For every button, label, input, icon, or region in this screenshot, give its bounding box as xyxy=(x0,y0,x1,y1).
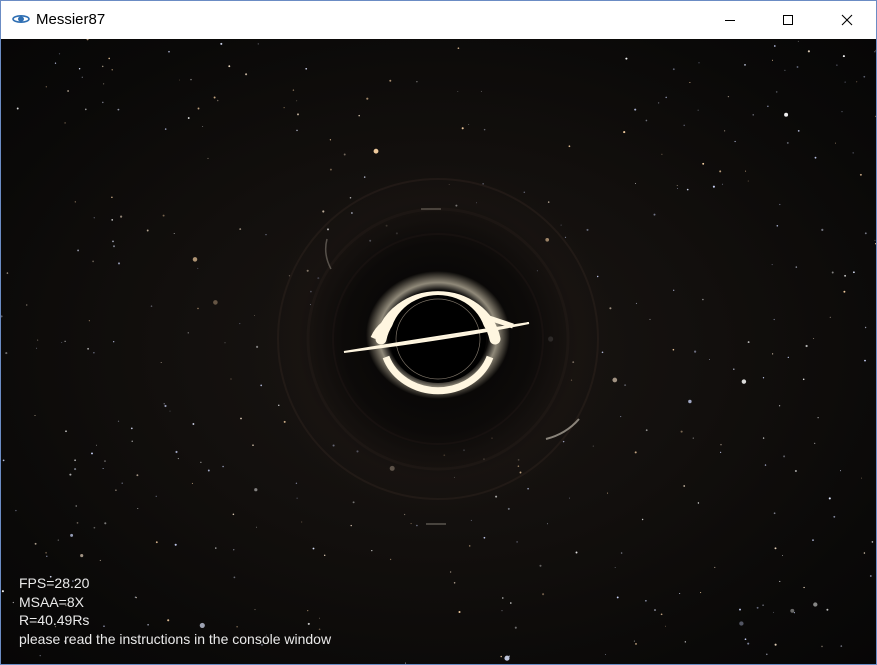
galaxy-icon xyxy=(12,14,30,24)
hud-overlay: FPS=28.20 MSAA=8X R=40.49Rs please read … xyxy=(19,574,331,648)
render-viewport[interactable]: FPS=28.20 MSAA=8X R=40.49Rs please read … xyxy=(1,39,876,664)
window-title: Messier87 xyxy=(36,11,106,28)
title-bar[interactable]: Messier87 xyxy=(1,1,876,39)
msaa-readout: MSAA=8X xyxy=(19,593,84,610)
fps-readout: FPS=28.20 xyxy=(19,575,90,591)
close-button[interactable] xyxy=(818,1,876,39)
radius-readout: R=40.49Rs xyxy=(19,612,90,628)
minimize-button[interactable] xyxy=(701,1,759,39)
black-hole-scene xyxy=(1,39,876,664)
maximize-button[interactable] xyxy=(759,1,817,39)
maximize-icon xyxy=(783,15,793,25)
close-icon xyxy=(841,14,853,26)
instructions-text: please read the instructions in the cons… xyxy=(19,630,332,647)
minimize-icon xyxy=(725,20,735,21)
app-window: Messier87 FPS=28.20 MSAA=8X R=40.49Rs pl… xyxy=(0,0,877,665)
